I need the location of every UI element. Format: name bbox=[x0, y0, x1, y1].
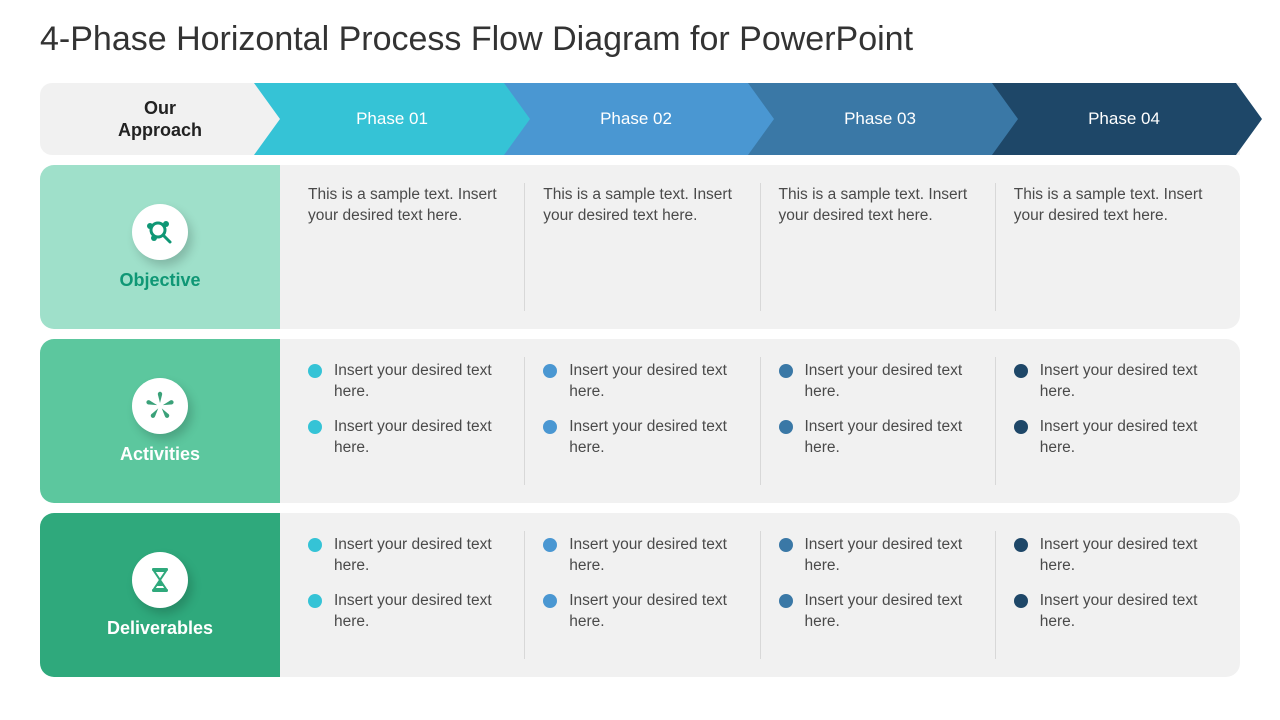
row-deliverables: Deliverables Insert your desired text he… bbox=[40, 513, 1240, 677]
cell: Insert your desired text here.Insert you… bbox=[995, 531, 1230, 659]
phase-chevrons: Phase 01 Phase 02 Phase 03 Phase 04 bbox=[280, 83, 1240, 155]
phase-chevron-3: Phase 03 bbox=[742, 83, 1018, 155]
process-flow-diagram: Our Approach Phase 01 Phase 02 Phase 03 … bbox=[40, 83, 1240, 677]
cell: This is a sample text. Insert your desir… bbox=[995, 183, 1230, 311]
header-row: Our Approach Phase 01 Phase 02 Phase 03 … bbox=[40, 83, 1240, 155]
cell: Insert your desired text here.Insert you… bbox=[524, 357, 759, 485]
deliverables-icon bbox=[132, 552, 188, 608]
cell: Insert your desired text here.Insert you… bbox=[524, 531, 759, 659]
phase-chevron-4: Phase 04 bbox=[986, 83, 1262, 155]
row-label-text: Objective bbox=[119, 270, 200, 291]
cell: Insert your desired text here.Insert you… bbox=[290, 357, 524, 485]
row-objective: Objective This is a sample text. Insert … bbox=[40, 165, 1240, 329]
row-body-objective: This is a sample text. Insert your desir… bbox=[280, 165, 1240, 329]
cell: Insert your desired text here.Insert you… bbox=[760, 357, 995, 485]
phase-chevron-2: Phase 02 bbox=[498, 83, 774, 155]
row-label-activities: Activities bbox=[40, 339, 280, 503]
page-title: 4-Phase Horizontal Process Flow Diagram … bbox=[40, 20, 1240, 59]
cell: Insert your desired text here.Insert you… bbox=[995, 357, 1230, 485]
cell: This is a sample text. Insert your desir… bbox=[290, 183, 524, 311]
cell: Insert your desired text here.Insert you… bbox=[290, 531, 524, 659]
activities-icon bbox=[132, 378, 188, 434]
cell: Insert your desired text here.Insert you… bbox=[760, 531, 995, 659]
phase-chevron-1: Phase 01 bbox=[254, 83, 530, 155]
cell: This is a sample text. Insert your desir… bbox=[524, 183, 759, 311]
row-label-deliverables: Deliverables bbox=[40, 513, 280, 677]
row-label-text: Activities bbox=[120, 444, 200, 465]
approach-label: Our Approach bbox=[40, 83, 280, 155]
row-activities: Activities Insert your desired text here… bbox=[40, 339, 1240, 503]
row-label-objective: Objective bbox=[40, 165, 280, 329]
row-body-deliverables: Insert your desired text here.Insert you… bbox=[280, 513, 1240, 677]
cell: This is a sample text. Insert your desir… bbox=[760, 183, 995, 311]
row-body-activities: Insert your desired text here.Insert you… bbox=[280, 339, 1240, 503]
objective-icon bbox=[132, 204, 188, 260]
row-label-text: Deliverables bbox=[107, 618, 213, 639]
